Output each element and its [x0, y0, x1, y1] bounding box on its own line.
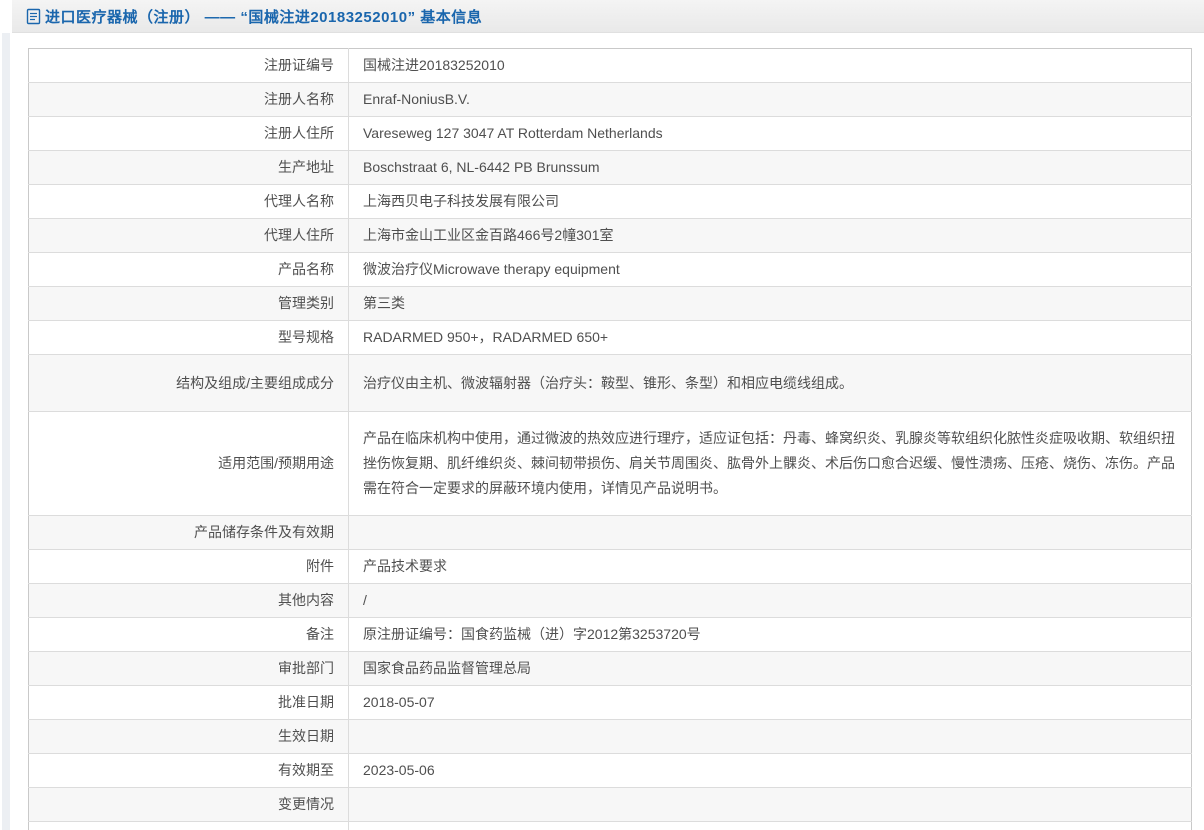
row-value: 产品技术要求 [348, 549, 1192, 584]
table-row: 批准日期 2018-05-07 [28, 685, 1192, 720]
page-header: 进口医疗器械（注册） —— “国械注进20183252010” 基本信息 [12, 0, 1204, 33]
row-value [348, 515, 1192, 550]
row-value: 上海西贝电子科技发展有限公司 [348, 184, 1192, 219]
row-value: 微波治疗仪Microwave therapy equipment [348, 252, 1192, 287]
row-value: Boschstraat 6, NL-6442 PB Brunssum [348, 150, 1192, 185]
row-value: 2018-05-07 [348, 685, 1192, 720]
row-value [348, 821, 1192, 830]
table-row: 审批部门 国家食品药品监督管理总局 [28, 651, 1192, 686]
row-label: 备注 [28, 617, 349, 652]
table-row: 管理类别 第三类 [28, 286, 1192, 321]
table-row: 生效日期 [28, 719, 1192, 754]
registration-info-table-body: 注册证编号 国械注进20183252010 注册人名称 Enraf-NoniusB.V… [28, 48, 1192, 830]
table-row: 适用范围/预期用途 产品在临床机构中使用，通过微波的热效应进行理疗，适应证包括：丹… [28, 411, 1192, 516]
table-row: 备注 原注册证编号：国食药监械（进）字2012第3253720号 [28, 617, 1192, 652]
row-label: 有效期至 [28, 753, 349, 788]
table-row: 其他内容 / [28, 583, 1192, 618]
row-label: 型号规格 [28, 320, 349, 355]
left-edge-strip [2, 33, 10, 830]
row-label: 产品名称 [28, 252, 349, 287]
table-row: 生产地址 Boschstraat 6, NL-6442 PB Brunssum [28, 150, 1192, 185]
table-row: 注册人名称 Enraf-NoniusB.V. [28, 82, 1192, 117]
table-row [28, 821, 1192, 830]
row-value: 第三类 [348, 286, 1192, 321]
row-label: 注册人住所 [28, 116, 349, 151]
table-row: 变更情况 [28, 787, 1192, 822]
row-label: 生效日期 [28, 719, 349, 754]
row-value: Vareseweg 127 3047 AT Rotterdam Netherla… [348, 116, 1192, 151]
document-icon [26, 8, 41, 24]
row-value: 2023-05-06 [348, 753, 1192, 788]
page: 进口医疗器械（注册） —— “国械注进20183252010” 基本信息 注册证… [0, 0, 1204, 830]
table-row: 附件 产品技术要求 [28, 549, 1192, 584]
table-row: 产品储存条件及有效期 [28, 515, 1192, 550]
row-value: 国械注进20183252010 [363, 57, 505, 73]
row-value: RADARMED 950+，RADARMED 650+ [348, 320, 1192, 355]
row-label: 附件 [28, 549, 349, 584]
row-value: / [348, 583, 1192, 618]
table-row: 代理人住所 上海市金山工业区金百路466号2幢301室 [28, 218, 1192, 253]
row-label: 代理人住所 [28, 218, 349, 253]
row-label: 批准日期 [28, 685, 349, 720]
row-value: 原注册证编号：国食药监械（进）字2012第3253720号 [348, 617, 1192, 652]
row-value: 治疗仪由主机、微波辐射器（治疗头：鞍型、锥形、条型）和相应电缆线组成。 [348, 354, 1192, 412]
row-label: 管理类别 [28, 286, 349, 321]
row-label [28, 821, 349, 830]
table-row: 结构及组成/主要组成成分 治疗仪由主机、微波辐射器（治疗头：鞍型、锥形、条型）和相… [28, 354, 1192, 412]
row-label: 其他内容 [28, 583, 349, 618]
table-row: 代理人名称 上海西贝电子科技发展有限公司 [28, 184, 1192, 219]
table-row: 注册人住所 Vareseweg 127 3047 AT Rotterdam Net… [28, 116, 1192, 151]
row-value: Enraf-NoniusB.V. [348, 82, 1192, 117]
row-value: 产品在临床机构中使用，通过微波的热效应进行理疗，适应证包括：丹毒、蜂窝织炎、乳腺… [348, 411, 1192, 516]
row-label: 结构及组成/主要组成成分 [28, 354, 349, 412]
row-label: 注册人名称 [28, 82, 349, 117]
row-value [348, 787, 1192, 822]
table-row: 有效期至 2023-05-06 [28, 753, 1192, 788]
table-row: 产品名称 微波治疗仪Microwave therapy equipment [28, 252, 1192, 287]
table-row: 型号规格 RADARMED 950+，RADARMED 650+ [28, 320, 1192, 355]
row-label: 变更情况 [28, 787, 349, 822]
row-label: 代理人名称 [28, 184, 349, 219]
table-row: 注册证编号 国械注进20183252010 [28, 48, 1192, 83]
row-value [348, 719, 1192, 754]
row-label: 注册证编号 [28, 48, 349, 83]
row-value: 国家食品药品监督管理总局 [348, 651, 1192, 686]
page-title: 进口医疗器械（注册） —— “国械注进20183252010” 基本信息 [45, 8, 483, 26]
row-label: 审批部门 [28, 651, 349, 686]
registration-info-table: 注册证编号 国械注进20183252010 注册人名称 Enraf-NoniusB.V… [28, 48, 1192, 830]
row-label: 适用范围/预期用途 [28, 411, 349, 516]
row-label: 产品储存条件及有效期 [28, 515, 349, 550]
row-value: 上海市金山工业区金百路466号2幢301室 [348, 218, 1192, 253]
row-label: 生产地址 [28, 150, 349, 185]
